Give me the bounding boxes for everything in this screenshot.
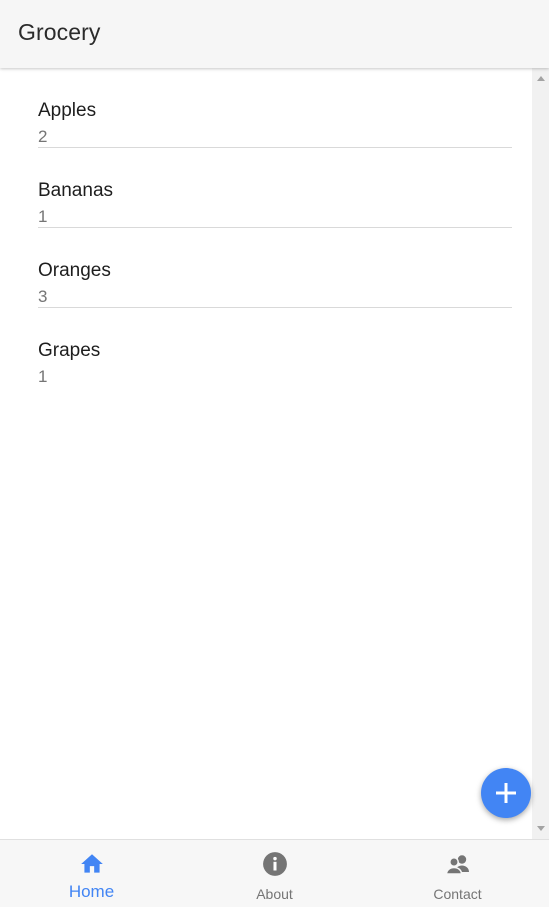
home-icon	[80, 854, 103, 873]
grocery-list-container: Apples 2 Bananas 1 Oranges 3 Grapes 1	[0, 68, 549, 839]
info-icon	[262, 852, 287, 876]
nav-label-about: About	[256, 886, 293, 902]
item-name: Grapes	[38, 340, 101, 361]
nav-label-contact: Contact	[433, 886, 482, 902]
item-name: Oranges	[38, 260, 111, 281]
nav-item-contact[interactable]: Contact	[366, 840, 549, 907]
grocery-list: Apples 2 Bananas 1 Oranges 3 Grapes 1	[38, 68, 512, 388]
item-quantity: 1	[38, 207, 48, 226]
add-item-button[interactable]	[481, 768, 531, 818]
list-item[interactable]: Bananas 1	[38, 148, 512, 228]
scrollbar[interactable]	[532, 68, 549, 839]
page-title: Grocery	[18, 19, 101, 45]
contact-icon	[445, 855, 469, 875]
item-quantity: 3	[38, 287, 48, 306]
plus-icon	[496, 783, 516, 803]
list-item[interactable]: Apples 2	[38, 68, 512, 148]
item-quantity: 1	[38, 367, 48, 386]
item-name: Apples	[38, 100, 97, 121]
item-quantity: 2	[38, 127, 48, 146]
bottom-navigation: Home About Contact	[0, 839, 549, 907]
item-name: Bananas	[38, 180, 114, 201]
scroll-down-arrow-icon[interactable]	[537, 826, 545, 831]
nav-item-about[interactable]: About	[183, 840, 366, 907]
list-item[interactable]: Grapes 1	[38, 308, 512, 388]
app-bar: Grocery	[0, 0, 549, 68]
app-root: Grocery Apples 2 Bananas 1 Oranges 3 Gra…	[0, 0, 549, 907]
nav-label-home: Home	[68, 882, 115, 901]
scroll-up-arrow-icon[interactable]	[537, 76, 545, 81]
nav-item-home[interactable]: Home	[0, 840, 183, 907]
list-item[interactable]: Oranges 3	[38, 228, 512, 308]
